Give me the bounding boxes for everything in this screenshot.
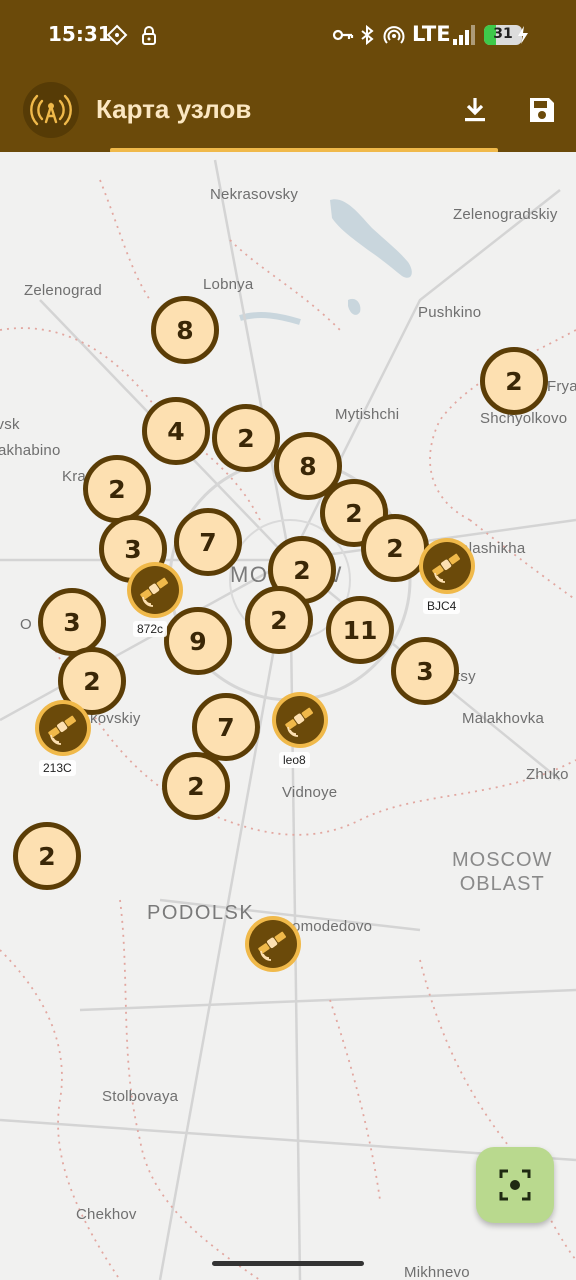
- status-time: 15:31: [48, 22, 112, 46]
- satellite-icon: [432, 553, 461, 583]
- gesture-bar: [212, 1261, 364, 1266]
- antenna-icon: [30, 94, 72, 126]
- status-bar: 15:31 LTE 31: [0, 0, 576, 70]
- node-label: leo8: [279, 752, 310, 768]
- center-focus-icon: [499, 1169, 531, 1201]
- place-label-malakhovka: Malakhovka: [462, 710, 545, 727]
- place-label-mikhnevo: Mikhnevo: [404, 1264, 470, 1280]
- cluster-marker[interactable]: 2: [13, 822, 81, 890]
- network-type: LTE: [412, 22, 451, 46]
- cluster-marker[interactable]: 7: [192, 693, 260, 761]
- place-label-stolbovaya: Stolbovaya: [102, 1088, 179, 1105]
- page-title: Карта узлов: [96, 94, 252, 124]
- place-label-zelenograd: Zelenograd: [24, 282, 102, 299]
- key-icon: [332, 29, 354, 41]
- node-marker-bjc4[interactable]: [419, 538, 475, 594]
- download-icon[interactable]: [457, 92, 493, 128]
- place-label-zhukovsky: Zhuko: [526, 766, 569, 783]
- center-map-button[interactable]: [476, 1147, 554, 1223]
- save-icon[interactable]: [524, 92, 560, 128]
- cluster-marker[interactable]: 4: [142, 397, 210, 465]
- place-label-lobnya: Lobnya: [203, 276, 254, 293]
- node-label: 213C: [39, 760, 76, 776]
- place-label-khimki: akhabino: [0, 442, 61, 459]
- signal-icon: [453, 25, 475, 45]
- place-label-pushkino: Pushkino: [418, 304, 482, 321]
- place-label-fryazino: Frya: [547, 378, 576, 395]
- data-saver-icon: [106, 24, 128, 46]
- cluster-marker[interactable]: 7: [174, 508, 242, 576]
- vpn-lock-icon: [142, 26, 156, 45]
- app-bar: Карта узлов: [0, 70, 576, 152]
- satellite-icon: [48, 715, 77, 745]
- cluster-marker[interactable]: 3: [38, 588, 106, 656]
- place-label-vsk: ovsk: [0, 416, 20, 433]
- place-label-nekrasovsky: Nekrasovsky: [210, 186, 299, 203]
- app-logo[interactable]: [23, 82, 79, 138]
- cluster-marker[interactable]: 2: [162, 752, 230, 820]
- cluster-marker[interactable]: 11: [326, 596, 394, 664]
- hotspot-icon: [383, 26, 405, 44]
- cluster-marker[interactable]: 9: [164, 607, 232, 675]
- node-marker-leo8[interactable]: [272, 692, 328, 748]
- satellite-icon: [258, 931, 287, 961]
- charging-icon: [518, 26, 528, 44]
- satellite-icon: [140, 577, 169, 607]
- place-label-krasnogorsk: Kra: [62, 468, 86, 485]
- cluster-marker[interactable]: 2: [212, 404, 280, 472]
- map-view[interactable]: Nekrasovsky Zelenogradskiy Zelenograd Lo…: [0, 152, 576, 1280]
- place-label-vidnoye: Vidnoye: [282, 784, 338, 801]
- cluster-marker[interactable]: 2: [480, 347, 548, 415]
- place-label-chekhov: Chekhov: [76, 1206, 137, 1223]
- place-label-mytishchi: Mytishchi: [335, 406, 400, 423]
- node-marker[interactable]: [245, 916, 301, 972]
- place-label-zelenogradskiy: Zelenogradskiy: [453, 206, 558, 223]
- node-marker-872c[interactable]: [127, 562, 183, 618]
- bluetooth-icon: [361, 24, 374, 46]
- satellite-icon: [285, 707, 314, 737]
- cluster-marker[interactable]: 2: [83, 455, 151, 523]
- cluster-marker[interactable]: 3: [391, 637, 459, 705]
- cluster-marker[interactable]: 2: [245, 586, 313, 654]
- node-label: 872c: [133, 621, 168, 637]
- cluster-marker[interactable]: 8: [151, 296, 219, 364]
- place-label-odintsovo: O: [20, 616, 32, 633]
- place-label-podolsk: PODOLSK: [147, 902, 255, 924]
- place-label-moscow-oblast: MOSCOW OBLAST: [452, 849, 553, 895]
- node-label: BJC4: [423, 598, 461, 614]
- node-marker-213c[interactable]: [35, 700, 91, 756]
